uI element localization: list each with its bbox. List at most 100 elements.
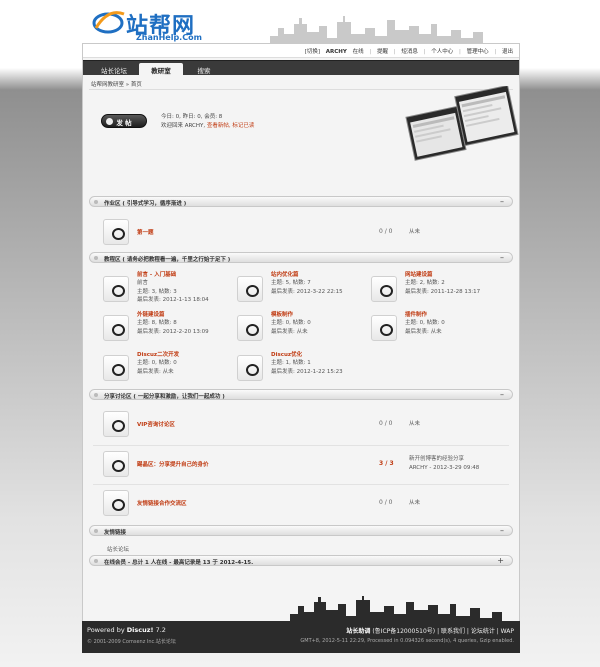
forum-count-text: 0 / 0 bbox=[379, 499, 393, 506]
section-tutorials[interactable]: 教程区 ( 请务必把教程看一遍，千里之行始于足下 ) – bbox=[89, 252, 513, 263]
online-status: 在线 bbox=[352, 49, 364, 55]
collapse-icon[interactable]: – bbox=[500, 526, 504, 535]
notify-link[interactable]: 提醒 bbox=[377, 49, 388, 55]
forum-last: 最后发表: 2011-12-28 13:17 bbox=[405, 288, 481, 295]
forum-link[interactable]: 踢晶区：分享提升自己的身价 bbox=[137, 460, 209, 468]
forum-meta: 主题: 8, 帖数: 8 bbox=[137, 320, 177, 326]
forum-counts: 0 / 0 bbox=[379, 499, 392, 506]
forum-last-post: 新开创博客的经验分享 ARCHY - 2012-3-29 09:48 bbox=[409, 455, 479, 472]
section-online[interactable]: 在线会员 - 总计 1 人在线 - 最高记录是 13 于 2012-4-15. … bbox=[89, 555, 513, 566]
stats-text: 今日: 0, 昨日: 0, 会员: 8 bbox=[161, 114, 223, 120]
footer-links: 站长助调 (鲁ICP备12000510号) | 联系我们 | 论坛统计 | WA… bbox=[346, 626, 514, 635]
forum-desc: 前言 bbox=[137, 280, 149, 286]
collapse-icon[interactable]: – bbox=[500, 253, 504, 262]
breadcrumb[interactable]: 站帮网教研室 » 首页 bbox=[91, 80, 142, 88]
forum-status-icon bbox=[103, 490, 129, 516]
expand-icon[interactable]: + bbox=[497, 556, 504, 565]
main-nav: 站长论坛 教研室 搜索 bbox=[83, 60, 519, 76]
forum-last-post: 从未 bbox=[409, 421, 421, 427]
forum-last: 最后发表: 2012-2-20 13:09 bbox=[137, 328, 209, 335]
collapse-icon[interactable]: – bbox=[500, 390, 504, 399]
site-name-link[interactable]: 站长助调 bbox=[346, 628, 370, 635]
forum-last-post: 从未 bbox=[409, 500, 421, 506]
forum-stats: 主题: 1, 帖数: 1 最后发表: 2012-1-22 15:23 bbox=[271, 359, 343, 376]
section-discussion[interactable]: 分享讨论区 ( 一起分享和激励，让我们一起成功 ) – bbox=[89, 389, 513, 400]
section-title: 教程区 ( 请务必把教程看一遍，千里之行始于足下 ) bbox=[104, 257, 231, 263]
forum-link[interactable]: 站内优化篇 bbox=[271, 270, 299, 278]
main-panel: [切换] ARCHY 在线 | 提醒 | 短消息 | 个人中心 | 管理中心 |… bbox=[82, 43, 520, 653]
last-post-title[interactable]: 新开创博客的经验分享 bbox=[409, 455, 479, 464]
profile-link[interactable]: 个人中心 bbox=[431, 49, 453, 55]
logout-link[interactable]: 退出 bbox=[502, 49, 513, 55]
forum-last: 最后发表: 从未 bbox=[405, 328, 442, 335]
forum-link[interactable]: 外链建设篇 bbox=[137, 310, 165, 318]
forum-stats: 主题: 5, 帖数: 7 最后发表: 2012-3-22 22:15 bbox=[271, 279, 343, 296]
friend-link[interactable]: 站长论坛 bbox=[107, 545, 129, 553]
forum-stats: 今日: 0, 昨日: 0, 会员: 8 欢迎回来 ARCHY, 查看新帖, 标记… bbox=[161, 113, 254, 131]
forum-status-icon bbox=[237, 355, 263, 381]
forum-counts: 0 / 0 bbox=[379, 420, 392, 427]
forum-status-icon bbox=[237, 315, 263, 341]
forum-status-icon bbox=[103, 355, 129, 381]
section-bullet-icon bbox=[94, 393, 98, 397]
section-bullet-icon bbox=[94, 559, 98, 563]
tab-forum[interactable]: 站长论坛 bbox=[93, 63, 135, 76]
forum-link[interactable]: 插件制作 bbox=[405, 310, 427, 318]
forum-link[interactable]: 网站建设篇 bbox=[405, 270, 433, 278]
welcome-text: 欢迎回来 ARCHY, bbox=[161, 123, 206, 129]
forum-link[interactable]: VIP咨询讨论区 bbox=[137, 420, 175, 428]
forum-last: 最后发表: 从未 bbox=[271, 328, 308, 335]
separator: | bbox=[369, 49, 372, 55]
forum-link[interactable]: 模板制作 bbox=[271, 310, 293, 318]
discuz-link[interactable]: Discuz! bbox=[127, 626, 154, 634]
forum-stats: 主题: 0, 帖数: 0 最后发表: 从未 bbox=[137, 359, 177, 376]
version: 7.2 bbox=[155, 626, 166, 634]
forum-link[interactable]: 友情链接合作交流区 bbox=[137, 499, 187, 507]
forum-last: 最后发表: 从未 bbox=[137, 368, 174, 375]
forum-count-text: 0 / 0 bbox=[379, 228, 393, 235]
forum-link[interactable]: Discuz二次开发 bbox=[137, 350, 179, 358]
forum-last: 最后发表: 2012-1-22 15:23 bbox=[271, 368, 343, 375]
forum-status-icon bbox=[103, 276, 129, 302]
forum-link[interactable]: Discuz优化 bbox=[271, 350, 302, 358]
section-title: 友情链接 bbox=[104, 530, 127, 536]
forum-meta: 主题: 0, 帖数: 0 bbox=[137, 360, 177, 366]
section-homework[interactable]: 作业区 ( 引导式学习，循序渐进 ) – bbox=[89, 196, 513, 207]
switch-user-link[interactable]: [切换] bbox=[305, 49, 320, 55]
icp-link[interactable]: (鲁ICP备12000510号) bbox=[372, 628, 435, 635]
last-post-author: ARCHY - 2012-3-29 09:48 bbox=[409, 464, 480, 471]
section-friend-links[interactable]: 友情链接 – bbox=[89, 525, 513, 536]
user-toolbar: [切换] ARCHY 在线 | 提醒 | 短消息 | 个人中心 | 管理中心 |… bbox=[83, 44, 519, 58]
forum-meta: 主题: 3, 帖数: 3 bbox=[137, 288, 177, 295]
messages-link[interactable]: 短消息 bbox=[401, 49, 418, 55]
forum-meta: 主题: 0, 帖数: 0 bbox=[405, 320, 445, 326]
separator: | bbox=[494, 49, 497, 55]
forum-stats: 主题: 2, 帖数: 2 最后发表: 2011-12-28 13:17 bbox=[405, 279, 480, 296]
forum-status-icon bbox=[371, 276, 397, 302]
forum-status-icon bbox=[103, 451, 129, 477]
row-divider bbox=[93, 484, 509, 485]
logo-swoosh-icon bbox=[92, 11, 125, 34]
site-logo[interactable]: 站帮网 ZhanHelp.Com bbox=[92, 6, 232, 42]
screenshots-image bbox=[405, 86, 519, 161]
forum-link[interactable]: 第一题 bbox=[137, 228, 154, 236]
footer-nav-links[interactable]: | 联系我们 | 论坛统计 | WAP bbox=[437, 628, 514, 635]
skyline-decoration bbox=[290, 596, 502, 622]
forum-meta: 主题: 1, 帖数: 1 bbox=[271, 360, 311, 366]
forum-count-text: 0 / 0 bbox=[379, 420, 393, 427]
tab-classroom[interactable]: 教研室 bbox=[139, 63, 183, 76]
admin-link[interactable]: 管理中心 bbox=[467, 49, 489, 55]
collapse-icon[interactable]: – bbox=[500, 197, 504, 206]
forum-status-icon bbox=[371, 315, 397, 341]
forum-link[interactable]: 前言 - 入门基础 bbox=[137, 270, 176, 278]
forum-status-icon bbox=[237, 276, 263, 302]
username-link[interactable]: ARCHY bbox=[326, 49, 347, 55]
welcome-links[interactable]: 查看新帖, 标记已读 bbox=[207, 123, 255, 129]
tab-search[interactable]: 搜索 bbox=[187, 63, 221, 76]
new-post-button[interactable]: 发 帖 bbox=[101, 114, 147, 128]
forum-stats: 主题: 0, 帖数: 0 最后发表: 从未 bbox=[271, 319, 311, 336]
logo-domain: ZhanHelp.Com bbox=[136, 33, 202, 42]
forum-meta: 主题: 2, 帖数: 2 bbox=[405, 280, 445, 286]
forum-last: 最后发表: 2012-1-13 18:04 bbox=[137, 297, 209, 303]
processing-info: GMT+8, 2012-5-11 22:29, Processed in 0.0… bbox=[300, 638, 514, 644]
